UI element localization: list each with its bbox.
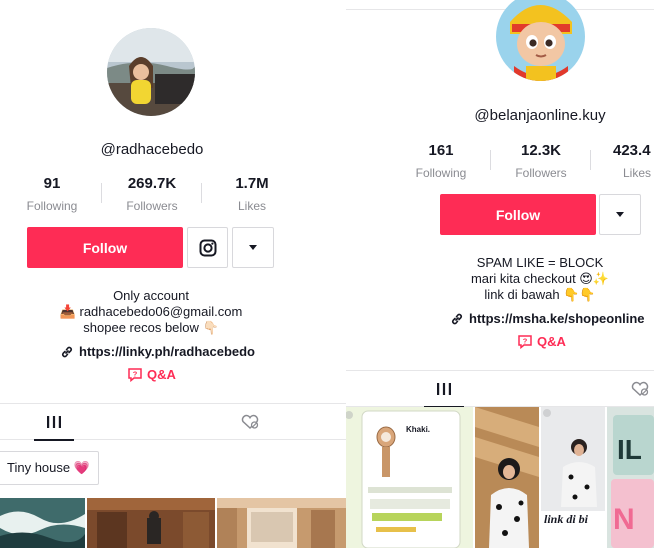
svg-text:N: N xyxy=(613,503,635,536)
link-icon xyxy=(62,346,72,357)
followers-label: Followers xyxy=(515,166,567,180)
more-options-button[interactable] xyxy=(599,194,641,235)
profile-link[interactable]: https://linky.ph/radhacebedo xyxy=(60,344,255,359)
qa-icon: ? xyxy=(518,335,532,349)
chevron-down-icon xyxy=(616,212,624,217)
tab-videos[interactable] xyxy=(34,404,74,440)
qa-label: Q&A xyxy=(537,334,566,349)
follow-button[interactable]: Follow xyxy=(27,227,183,268)
videos-grid-icon xyxy=(47,416,61,428)
bio-line: 📥 radhacebedo06@gmail.com xyxy=(59,304,243,319)
stat-following[interactable]: 91 Following xyxy=(2,175,102,213)
stat-likes: 1.7M Likes xyxy=(202,175,302,213)
video-thumbnail[interactable] xyxy=(87,498,215,548)
likes-count: 423.4 xyxy=(613,142,651,159)
likes-label: Likes xyxy=(623,166,652,180)
stat-followers[interactable]: 269.7K Followers xyxy=(102,175,202,213)
qa-button[interactable]: ? Q&A xyxy=(517,334,566,349)
profile-username: @belanjaonline.kuy xyxy=(474,107,606,124)
video-thumbnail[interactable]: IL N xyxy=(607,407,654,548)
tab-liked[interactable] xyxy=(236,404,264,440)
bio-line: shopee recos below 👇🏻 xyxy=(83,320,219,335)
profile-panel-right: @belanjaonline.kuy 161 Following 12.3K F… xyxy=(346,0,654,548)
profile-bio: Only account 📥 radhacebedo06@gmail.com s… xyxy=(0,288,302,336)
profile-link[interactable]: https://msha.ke/shopeonline xyxy=(450,311,645,326)
profile-bio: SPAM LIKE = BLOCK mari kita checkout 😍✨ … xyxy=(386,255,654,303)
stat-followers[interactable]: 12.3K Followers xyxy=(491,142,591,180)
likes-label: Likes xyxy=(237,199,266,213)
profile-panel-left: @radhacebedo 91 Following 269.7K Followe… xyxy=(0,0,346,548)
svg-text:?: ? xyxy=(133,369,138,378)
likes-count: 1.7M xyxy=(235,175,269,192)
profile-stats: 91 Following 269.7K Followers 1.7M Likes xyxy=(2,175,302,213)
profile-tabs xyxy=(0,403,346,441)
instagram-button[interactable] xyxy=(187,227,228,268)
stat-following[interactable]: 161 Following xyxy=(391,142,491,180)
instagram-icon xyxy=(199,239,216,256)
profile-tabs xyxy=(346,370,654,408)
svg-text:?: ? xyxy=(523,336,528,345)
video-caption: link di bi xyxy=(544,512,589,526)
videos-grid-icon xyxy=(437,383,451,395)
bio-line: link di bawah 👇👇 xyxy=(484,287,596,302)
playlist-label: Tiny house 💗 xyxy=(7,460,90,475)
profile-link-text: https://linky.ph/radhacebedo xyxy=(79,344,256,359)
video-thumbnail[interactable]: Khaki. xyxy=(346,407,473,548)
tab-active-indicator xyxy=(34,439,74,441)
video-thumbnail[interactable] xyxy=(475,407,539,548)
followers-count: 269.7K xyxy=(127,175,177,192)
link-icon xyxy=(452,313,462,324)
bio-line: SPAM LIKE = BLOCK xyxy=(476,255,604,270)
follow-button[interactable]: Follow xyxy=(440,194,596,235)
profile-stats: 161 Following 12.3K Followers 423.4 Like… xyxy=(391,142,654,180)
product-name: Khaki. xyxy=(406,425,431,434)
liked-heart-icon xyxy=(631,381,649,397)
profile-username: @radhacebedo xyxy=(100,141,204,158)
bio-line: mari kita checkout 😍✨ xyxy=(470,271,610,286)
followers-count: 12.3K xyxy=(520,142,562,159)
qa-label: Q&A xyxy=(147,367,176,382)
avatar[interactable] xyxy=(107,28,195,116)
tab-liked[interactable] xyxy=(626,371,654,407)
following-label: Following xyxy=(415,166,467,180)
tab-videos[interactable] xyxy=(424,371,464,407)
svg-text:IL: IL xyxy=(617,434,642,465)
avatar[interactable] xyxy=(496,0,585,81)
video-thumbnail[interactable] xyxy=(217,498,346,548)
qa-icon: ? xyxy=(128,368,142,382)
following-label: Following xyxy=(26,199,78,213)
video-thumbnail[interactable] xyxy=(0,498,85,548)
following-count: 91 xyxy=(43,175,61,192)
followers-label: Followers xyxy=(126,199,178,213)
following-count: 161 xyxy=(428,142,454,159)
liked-heart-icon xyxy=(241,414,259,430)
bio-line: Only account xyxy=(113,288,189,303)
stat-likes: 423.4 Likes xyxy=(591,142,654,180)
playlist-chip[interactable]: Tiny house 💗 xyxy=(0,451,99,485)
qa-button[interactable]: ? Q&A xyxy=(127,367,176,382)
profile-link-text: https://msha.ke/shopeonline xyxy=(469,311,645,326)
chevron-down-icon xyxy=(249,245,257,250)
more-options-button[interactable] xyxy=(232,227,274,268)
video-thumbnail[interactable]: link di bi xyxy=(541,407,605,548)
